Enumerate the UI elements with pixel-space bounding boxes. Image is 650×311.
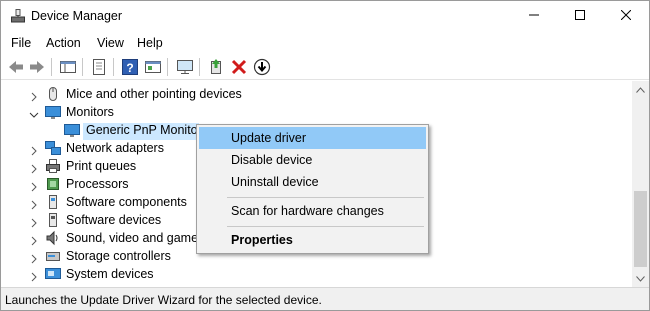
storage-controller-icon <box>45 248 61 264</box>
menu-separator <box>227 226 424 227</box>
tree-item-label: Software components <box>66 195 187 209</box>
tree-item-label: Processors <box>66 177 129 191</box>
chevron-right-icon[interactable] <box>29 269 39 282</box>
tree-item-mice[interactable]: Mice and other pointing devices <box>1 85 632 103</box>
software-device-icon <box>45 212 61 228</box>
close-button[interactable] <box>603 1 649 31</box>
tree-item-label: Monitors <box>66 105 114 119</box>
properties-icon[interactable] <box>90 58 108 76</box>
title-bar: Device Manager <box>1 1 649 31</box>
menu-file[interactable]: File <box>11 36 31 50</box>
menu-item-properties[interactable]: Properties <box>199 229 426 251</box>
minimize-button[interactable] <box>511 1 557 31</box>
printer-icon <box>45 158 61 174</box>
svg-text:?: ? <box>126 61 133 75</box>
toolbar-separator <box>82 58 83 76</box>
tree-item-label: Mice and other pointing devices <box>66 87 242 101</box>
network-adapter-icon <box>45 140 61 156</box>
scroll-down-icon[interactable] <box>632 270 649 287</box>
uninstall-icon[interactable] <box>230 58 248 76</box>
menu-item-uninstall-device[interactable]: Uninstall device <box>199 171 426 193</box>
monitor-icon <box>64 122 80 138</box>
help-icon[interactable]: ? <box>121 58 139 76</box>
maximize-icon <box>575 9 585 23</box>
tree-item-label: Sound, video and game c <box>66 231 208 245</box>
toolbar: ? <box>1 54 649 80</box>
chevron-right-icon[interactable] <box>29 89 39 102</box>
menu-action[interactable]: Action <box>46 36 81 50</box>
scan-hardware-icon[interactable] <box>176 58 194 76</box>
chevron-right-icon[interactable] <box>29 197 39 210</box>
tree-item-monitors[interactable]: Monitors <box>1 103 632 121</box>
system-device-icon <box>45 266 61 282</box>
scrollbar-thumb[interactable] <box>634 191 647 267</box>
disable-device-icon[interactable] <box>253 58 271 76</box>
tree-item-label: System devices <box>66 267 154 281</box>
chevron-right-icon[interactable] <box>29 143 39 156</box>
status-bar: Launches the Update Driver Wizard for th… <box>1 287 649 310</box>
toolbar-separator <box>51 58 52 76</box>
menu-item-disable-device[interactable]: Disable device <box>199 149 426 171</box>
close-icon <box>620 9 632 23</box>
mouse-icon <box>45 86 61 102</box>
menu-bar: File Action View Help <box>1 32 649 54</box>
tree-item-label: Storage controllers <box>66 249 171 263</box>
menu-view[interactable]: View <box>97 36 124 50</box>
menu-item-scan-hardware[interactable]: Scan for hardware changes <box>199 200 426 222</box>
toolbar-separator <box>199 58 200 76</box>
status-text: Launches the Update Driver Wizard for th… <box>5 293 322 307</box>
chevron-right-icon[interactable] <box>29 161 39 174</box>
forward-icon[interactable] <box>28 58 46 76</box>
speaker-icon <box>45 230 61 246</box>
monitor-icon <box>45 104 61 120</box>
minimize-icon <box>529 9 539 23</box>
view-icon[interactable] <box>144 58 162 76</box>
chevron-right-icon[interactable] <box>29 233 39 246</box>
device-manager-window: Device Manager File Action View Help ? M… <box>0 0 650 311</box>
chevron-right-icon[interactable] <box>29 179 39 192</box>
chevron-right-icon[interactable] <box>29 215 39 228</box>
show-hide-tree-icon[interactable] <box>59 58 77 76</box>
context-menu: Update driver Disable device Uninstall d… <box>196 124 429 254</box>
scroll-up-icon[interactable] <box>632 81 649 98</box>
tree-item-label: Generic PnP Monitor <box>86 123 202 137</box>
processor-icon <box>45 176 61 192</box>
software-component-icon <box>45 194 61 210</box>
maximize-button[interactable] <box>557 1 603 31</box>
vertical-scrollbar[interactable] <box>632 81 649 287</box>
chevron-down-icon[interactable] <box>29 107 39 118</box>
tree-item-system-devices[interactable]: System devices <box>1 265 632 283</box>
window-title: Device Manager <box>31 9 123 23</box>
menu-separator <box>227 197 424 198</box>
back-icon[interactable] <box>7 58 25 76</box>
tree-item-label: Print queues <box>66 159 137 173</box>
menu-help[interactable]: Help <box>137 36 163 50</box>
toolbar-separator <box>113 58 114 76</box>
tree-item-label: Network adapters <box>66 141 164 155</box>
device-manager-icon <box>11 9 25 23</box>
toolbar-separator <box>167 58 168 76</box>
update-driver-icon[interactable] <box>207 58 225 76</box>
menu-item-update-driver[interactable]: Update driver <box>199 127 426 149</box>
chevron-right-icon[interactable] <box>29 251 39 264</box>
tree-item-label: Software devices <box>66 213 162 227</box>
